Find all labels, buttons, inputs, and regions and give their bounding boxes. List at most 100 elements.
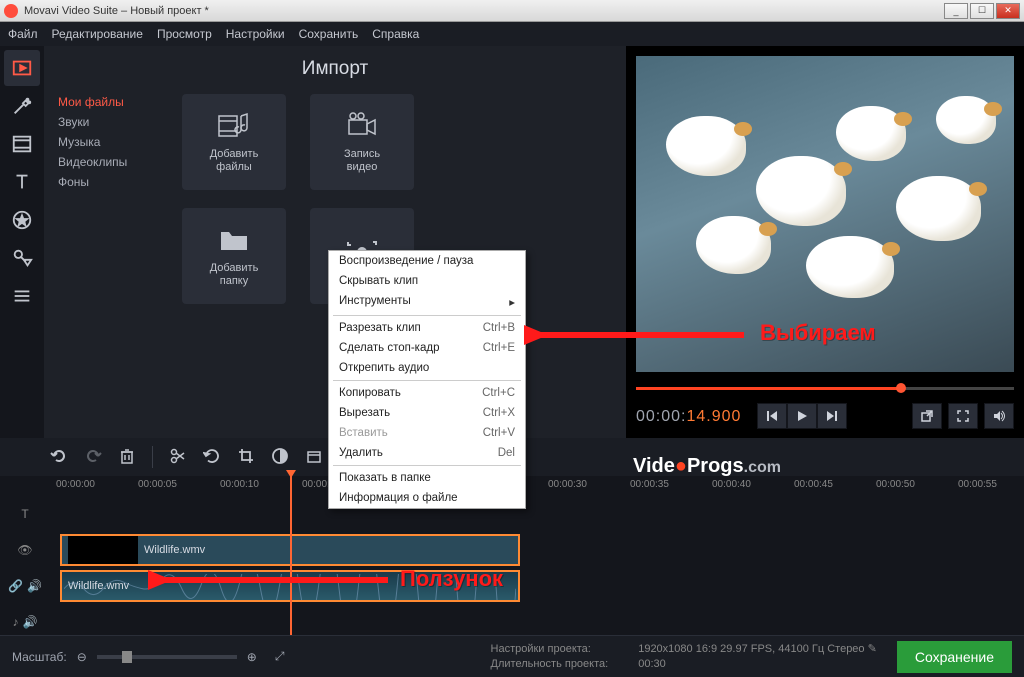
add-folder-tile[interactable]: Добавить папку [182, 208, 286, 304]
title-track-icon: T [21, 507, 28, 521]
fit-icon[interactable]: ⤢ [275, 649, 285, 664]
menu-save[interactable]: Сохранить [299, 27, 359, 41]
fullscreen-icon[interactable] [948, 403, 978, 429]
seek-thumb[interactable] [896, 383, 906, 393]
transitions-tab-icon[interactable] [4, 126, 40, 162]
speaker-icon[interactable]: 🔊 [27, 579, 42, 593]
window-title: Movavi Video Suite – Новый проект * [24, 5, 209, 17]
watermark: Vide●Progs.com [633, 455, 781, 478]
import-header: Импорт [44, 46, 626, 88]
close-button[interactable]: ✕ [996, 3, 1020, 19]
ctx-file-info[interactable]: Информация о файле [329, 488, 525, 508]
play-button[interactable] [787, 403, 817, 429]
add-files-label: Добавить файлы [210, 148, 259, 174]
titles-tab-icon[interactable] [4, 164, 40, 200]
proj-settings-value: 1920x1080 16:9 29.97 FPS, 44100 Гц Стере… [638, 643, 864, 655]
sidebar-music[interactable]: Музыка [58, 132, 174, 152]
zoom-in-icon[interactable]: ⊕ [247, 650, 257, 664]
ruler-tick: 00:00:05 [138, 479, 177, 490]
speaker-icon[interactable]: 🔊 [23, 615, 38, 629]
crop-icon[interactable] [237, 447, 255, 468]
ruler-tick: 00:00:10 [220, 479, 259, 490]
ruler-tick: 00:00:45 [794, 479, 833, 490]
callouts-tab-icon[interactable] [4, 240, 40, 276]
prev-button[interactable] [757, 403, 787, 429]
eye-icon[interactable]: 👁 [17, 543, 32, 557]
annotation-label-select: Выбираем [760, 320, 876, 346]
sidebar-clips[interactable]: Видеоклипы [58, 152, 174, 172]
ruler-tick: 00:00:40 [712, 479, 751, 490]
proj-settings-label: Настройки проекта: [491, 643, 591, 655]
next-button[interactable] [817, 403, 847, 429]
ctx-show-in-folder[interactable]: Показать в папке [329, 468, 525, 488]
color-icon[interactable] [271, 447, 289, 468]
stickers-tab-icon[interactable] [4, 202, 40, 238]
ctx-freeze-frame[interactable]: Сделать стоп-кадрCtrl+E [329, 338, 525, 358]
sidebar-sounds[interactable]: Звуки [58, 112, 174, 132]
minimize-button[interactable]: _ [944, 3, 968, 19]
ctx-split[interactable]: Разрезать клипCtrl+B [329, 318, 525, 338]
maximize-button[interactable]: ☐ [970, 3, 994, 19]
ctx-cut[interactable]: ВырезатьCtrl+X [329, 403, 525, 423]
ctx-paste[interactable]: ВставитьCtrl+V [329, 423, 525, 443]
split-icon[interactable] [169, 447, 187, 468]
undo-icon[interactable] [50, 447, 68, 468]
record-video-label: Запись видео [344, 148, 380, 174]
sidebar-my-files[interactable]: Мои файлы [58, 92, 174, 112]
import-tab-icon[interactable] [4, 50, 40, 86]
titlebar: Movavi Video Suite – Новый проект * _ ☐ … [0, 0, 1024, 22]
statusbar: Масштаб: ⊖ ⊕ ⤢ Настройки проекта: Длител… [0, 635, 1024, 677]
annotation-label-slider: Ползунок [400, 566, 503, 592]
zoom-out-icon[interactable]: ⊖ [77, 650, 87, 664]
ctx-copy[interactable]: КопироватьCtrl+C [329, 383, 525, 403]
filters-tab-icon[interactable] [4, 88, 40, 124]
link-icon[interactable]: 🔗 [8, 579, 23, 593]
camera-icon [345, 110, 379, 140]
record-video-tile[interactable]: Запись видео [310, 94, 414, 190]
music-icon[interactable]: ♪ [13, 615, 19, 629]
zoom-label: Масштаб: [12, 650, 67, 664]
menu-settings[interactable]: Настройки [226, 27, 285, 41]
ctx-play-pause[interactable]: Воспроизведение / пауза [329, 251, 525, 271]
sidebar-backgrounds[interactable]: Фоны [58, 172, 174, 192]
add-folder-label: Добавить папку [210, 262, 259, 288]
clip-thumbnail [68, 536, 138, 564]
zoom-slider[interactable] [97, 655, 237, 659]
left-toolbar [0, 46, 44, 438]
ctx-hide-clip[interactable]: Скрывать клип [329, 271, 525, 291]
menu-help[interactable]: Справка [372, 27, 419, 41]
ruler-tick: 00:00:35 [630, 479, 669, 490]
context-menu: Воспроизведение / пауза Скрывать клип Ин… [328, 250, 526, 509]
rotate-icon[interactable] [203, 447, 221, 468]
import-category-list: Мои файлы Звуки Музыка Видеоклипы Фоны [44, 88, 174, 438]
film-music-icon [217, 110, 251, 140]
clip-label: Wildlife.wmv [144, 544, 205, 556]
ruler-tick: 00:00:55 [958, 479, 997, 490]
proj-duration-value: 00:30 [638, 658, 666, 670]
redo-icon[interactable] [84, 447, 102, 468]
delete-icon[interactable] [118, 447, 136, 468]
ctx-delete[interactable]: УдалитьDel [329, 443, 525, 463]
proj-duration-label: Длительность проекта: [491, 658, 609, 670]
edit-project-icon[interactable]: ✎ [868, 643, 877, 655]
ruler-tick: 00:00:50 [876, 479, 915, 490]
menu-edit[interactable]: Редактирование [52, 27, 143, 41]
ctx-detach-audio[interactable]: Открепить аудио [329, 358, 525, 378]
more-tab-icon[interactable] [4, 278, 40, 314]
ctx-tools[interactable]: Инструменты▸ [329, 291, 525, 313]
app-logo-icon [4, 4, 18, 18]
wizard-icon[interactable] [305, 447, 323, 468]
detach-preview-icon[interactable] [912, 403, 942, 429]
menu-view[interactable]: Просмотр [157, 27, 212, 41]
ruler-tick: 00:00:00 [56, 479, 95, 490]
seek-bar[interactable] [636, 380, 1014, 396]
preview-panel: 00:00:14.900 [626, 46, 1024, 438]
folder-icon [217, 224, 251, 254]
annotation-arrow-slider [148, 560, 398, 600]
add-files-tile[interactable]: Добавить файлы [182, 94, 286, 190]
save-button[interactable]: Сохранение [897, 641, 1012, 673]
menubar: Файл Редактирование Просмотр Настройки С… [0, 22, 1024, 46]
volume-icon[interactable] [984, 403, 1014, 429]
menu-file[interactable]: Файл [8, 27, 38, 41]
timecode: 00:00:14.900 [636, 406, 741, 426]
